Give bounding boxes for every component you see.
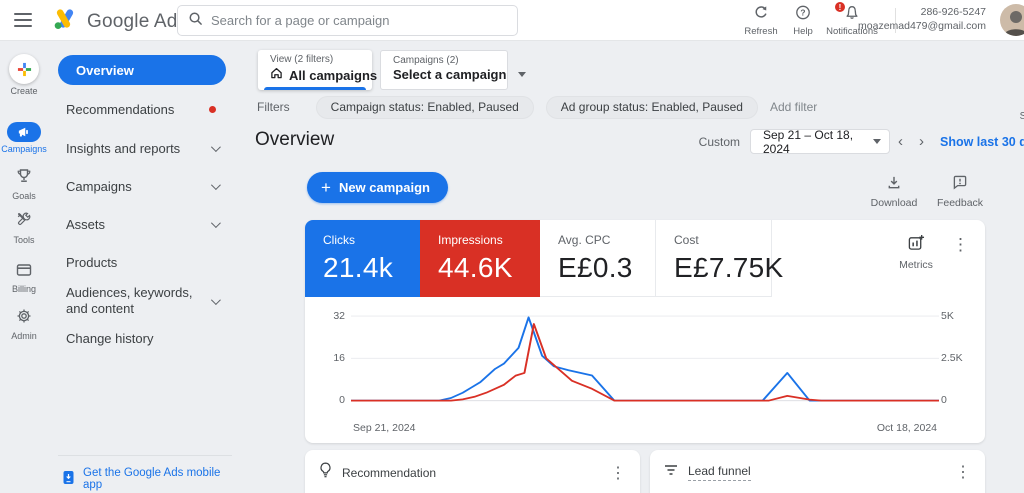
chevron-down-icon [210, 294, 221, 305]
new-campaign-button[interactable]: + New campaign [307, 172, 448, 203]
secondary-nav: Overview Recommendations Insights and re… [48, 41, 240, 493]
refresh-icon [753, 6, 769, 24]
right-axis-tick: 0 [941, 394, 947, 406]
page-header: Overview Custom Sep 21 – Oct 18, 2024 ‹ … [255, 128, 1024, 156]
feedback-icon [952, 175, 968, 194]
overview-chart-svg [351, 315, 939, 402]
metric-tab-clicks[interactable]: Clicks 21.4k [305, 220, 420, 297]
date-prev-button[interactable]: ‹ [890, 133, 911, 150]
add-filter-button[interactable]: Add filter [770, 100, 817, 114]
chevron-down-icon [210, 180, 221, 191]
show-last-30-days-link[interactable]: Show last 30 days [940, 135, 1024, 149]
download-icon [886, 176, 902, 194]
plus-icon: + [321, 178, 331, 197]
metric-tab-cost[interactable]: Cost E£7.75K [656, 220, 783, 297]
time-series-chart: 32 16 0 5K 2.5K 0 Sep 21, 2024 Oct 18, 2… [305, 297, 985, 443]
recommendation-card: Recommendation ⋮ [305, 450, 640, 493]
nav-item-change-history[interactable]: Change history [66, 331, 230, 346]
rail-item-goals[interactable]: Goals [0, 168, 48, 201]
admin-gear-icon [16, 309, 32, 328]
filters-label: Filters [257, 100, 290, 114]
metric-tab-avg-cpc[interactable]: Avg. CPC E£0.3 [540, 220, 656, 297]
account-info[interactable]: 286-926-5247 moazemad479@gmail.com [858, 5, 986, 33]
google-ads-logo-icon [52, 7, 78, 36]
lead-funnel-more-options-icon[interactable]: ⋮ [955, 462, 971, 482]
chart-more-options-icon[interactable]: ⋮ [952, 236, 969, 253]
nav-item-overview[interactable]: Overview [58, 55, 226, 85]
account-phone: 286-926-5247 [920, 6, 986, 18]
overview-chart-card: Clicks 21.4k Impressions 44.6K Avg. CPC … [305, 220, 985, 443]
metrics-button[interactable]: Metrics [891, 234, 941, 271]
view-filter-dropdown[interactable]: View (2 filters) All campaigns [258, 50, 398, 90]
create-plus-icon [9, 54, 39, 84]
brand-name: Google Ads [87, 10, 188, 32]
right-axis-tick: 2.5K [941, 352, 963, 364]
right-axis-tick: 5K [941, 310, 954, 322]
plot-area [351, 309, 939, 413]
svg-text:?: ? [800, 8, 805, 18]
recommendation-card-title: Recommendation [342, 465, 437, 480]
rail-item-billing[interactable]: Billing [0, 263, 48, 294]
custom-label: Custom [698, 134, 740, 149]
avatar[interactable] [1000, 4, 1024, 36]
help-icon: ? [795, 5, 811, 24]
goals-trophy-icon [16, 169, 32, 188]
global-search [177, 5, 518, 36]
nav-item-assets[interactable]: Assets [66, 217, 230, 232]
nav-item-audiences-keywords-content[interactable]: Audiences, keywords, and content [66, 285, 230, 317]
left-axis-tick: 16 [333, 352, 345, 364]
icon-rail: Create Campaigns Goals Tools Billing Adm… [0, 41, 48, 493]
menu-icon[interactable] [14, 13, 32, 27]
search-input[interactable] [211, 13, 507, 28]
home-icon [270, 66, 283, 84]
search-icon [188, 11, 203, 31]
recommendations-alert-dot [209, 106, 216, 113]
date-next-button[interactable]: › [911, 133, 932, 150]
caret-down-icon [873, 139, 881, 144]
metric-tab-impressions[interactable]: Impressions 44.6K [420, 220, 540, 297]
filter-chip-campaign-status[interactable]: Campaign status: Enabled, Paused [315, 95, 534, 119]
notification-badge: ! [834, 1, 846, 13]
lead-funnel-card: Lead funnel ⋮ [650, 450, 985, 493]
google-ads-app: Google Ads Refresh ? Help ! [0, 0, 1024, 493]
brand: Google Ads [52, 7, 187, 36]
tools-icon [16, 212, 32, 232]
recommendation-more-options-icon[interactable]: ⋮ [610, 463, 626, 483]
nav-item-campaigns[interactable]: Campaigns [66, 179, 230, 194]
date-range-picker[interactable]: Sep 21 – Oct 18, 2024 [750, 128, 890, 156]
campaign-select-dropdown[interactable]: Campaigns (2) Select a campaign [380, 50, 527, 90]
filters-bar: Filters Campaign status: Enabled, Paused… [257, 95, 1024, 119]
billing-card-icon [16, 264, 32, 281]
campaigns-megaphone-icon [7, 122, 41, 142]
filter-chip-ad-group-status[interactable]: Ad group status: Enabled, Paused [545, 95, 758, 119]
nav-divider [58, 455, 232, 456]
chevron-down-icon [210, 142, 221, 153]
metric-tabs: Clicks 21.4k Impressions 44.6K Avg. CPC … [305, 220, 985, 297]
mobile-phone-icon [62, 470, 75, 488]
page-title: Overview [255, 129, 335, 150]
rail-item-create[interactable]: Create [0, 54, 48, 96]
chevron-down-icon [210, 218, 221, 229]
rail-item-campaigns[interactable]: Campaigns [0, 122, 48, 154]
feedback-button[interactable]: Feedback [928, 175, 992, 209]
left-axis-tick: 0 [339, 394, 345, 406]
mobile-app-link[interactable]: Get the Google Ads mobile app [62, 467, 240, 491]
download-button[interactable]: Download [862, 175, 926, 209]
rail-item-admin[interactable]: Admin [0, 308, 48, 341]
lightbulb-icon [319, 462, 332, 483]
lead-funnel-card-title[interactable]: Lead funnel [688, 464, 751, 481]
rail-item-tools[interactable]: Tools [0, 212, 48, 245]
nav-item-recommendations[interactable]: Recommendations [66, 102, 230, 117]
top-bar: Google Ads Refresh ? Help ! [0, 0, 1024, 41]
nav-item-insights-and-reports[interactable]: Insights and reports [66, 141, 230, 156]
left-axis-tick: 32 [333, 310, 345, 322]
caret-down-icon [518, 72, 527, 77]
funnel-icon [664, 463, 678, 481]
main-content: View (2 filters) All campaigns Campaigns… [240, 41, 1024, 493]
nav-item-products[interactable]: Products [66, 255, 230, 270]
account-email: moazemad479@gmail.com [858, 20, 986, 32]
metrics-chart-icon [907, 234, 925, 255]
x-axis-end-label: Oct 18, 2024 [876, 422, 937, 434]
x-axis-start-label: Sep 21, 2024 [353, 422, 416, 434]
